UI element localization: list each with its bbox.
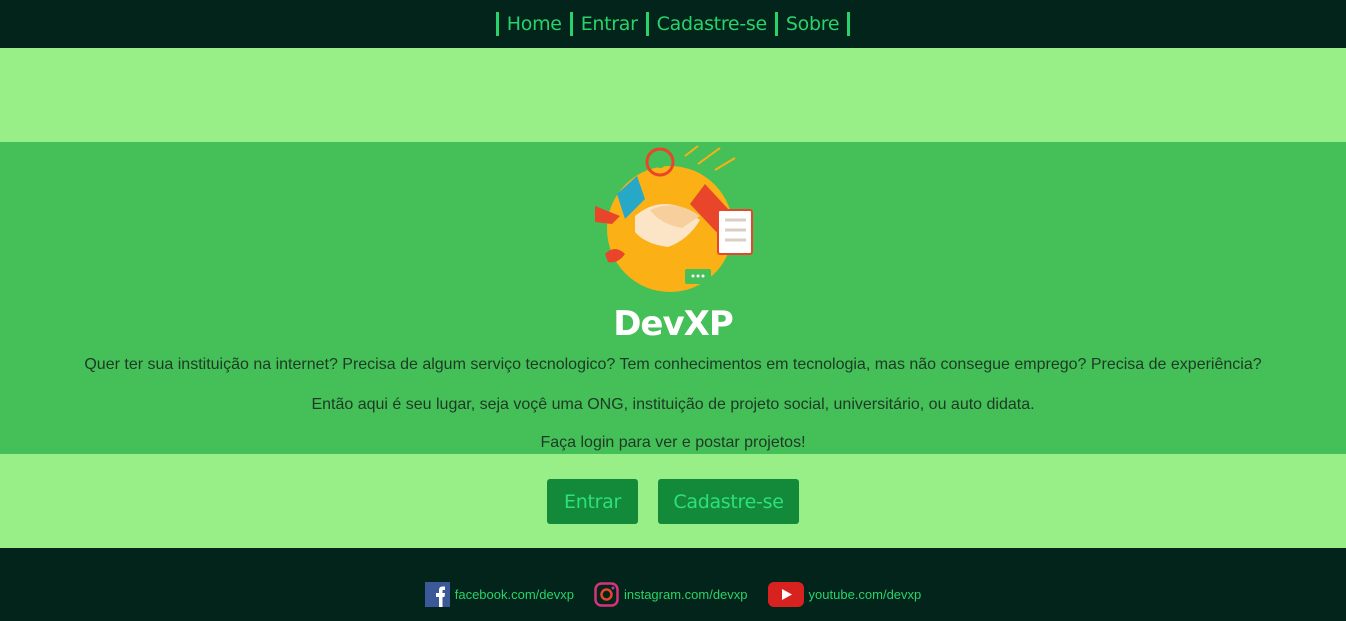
- nav-divider: [774, 12, 778, 36]
- nav-home[interactable]: Home: [507, 12, 562, 36]
- hero-paragraph-1: Quer ter sua instituição na internet? Pr…: [84, 356, 1262, 373]
- footer: facebook.com/devxp instagram.com/devxp y…: [0, 548, 1346, 621]
- instagram-icon: [594, 582, 619, 607]
- top-navbar: Home Entrar Cadastre-se Sobre: [0, 0, 1346, 48]
- social-links: facebook.com/devxp instagram.com/devxp y…: [0, 582, 1346, 607]
- youtube-link[interactable]: youtube.com/devxp: [767, 582, 922, 607]
- nav-about[interactable]: Sobre: [786, 12, 840, 36]
- nav-list: Home Entrar Cadastre-se Sobre: [488, 12, 858, 36]
- nav-signup[interactable]: Cadastre-se: [657, 12, 768, 36]
- hero-section: DevXP Quer ter sua instituição na intern…: [0, 142, 1346, 454]
- nav-login[interactable]: Entrar: [581, 12, 638, 36]
- action-band: Entrar Cadastre-se: [0, 454, 1346, 548]
- hero-paragraph-3: Faça login para ver e postar projetos!: [540, 434, 806, 451]
- nav-divider: [569, 12, 573, 36]
- instagram-label: instagram.com/devxp: [623, 587, 748, 602]
- instagram-link[interactable]: instagram.com/devxp: [594, 582, 748, 607]
- nav-divider: [645, 12, 649, 36]
- login-button[interactable]: Entrar: [547, 479, 638, 524]
- facebook-link[interactable]: facebook.com/devxp: [424, 582, 574, 607]
- brand-title: DevXP: [613, 304, 734, 344]
- youtube-icon: [767, 582, 804, 607]
- nav-divider: [847, 12, 851, 36]
- signup-button[interactable]: Cadastre-se: [658, 479, 799, 524]
- facebook-label: facebook.com/devxp: [454, 587, 574, 602]
- youtube-label: youtube.com/devxp: [808, 587, 922, 602]
- facebook-icon: [424, 582, 450, 607]
- handshake-illustration: [595, 145, 753, 292]
- hero-paragraph-2: Então aqui é seu lugar, seja voçê uma ON…: [311, 396, 1035, 413]
- nav-divider: [495, 12, 499, 36]
- top-spacer-band: [0, 48, 1346, 142]
